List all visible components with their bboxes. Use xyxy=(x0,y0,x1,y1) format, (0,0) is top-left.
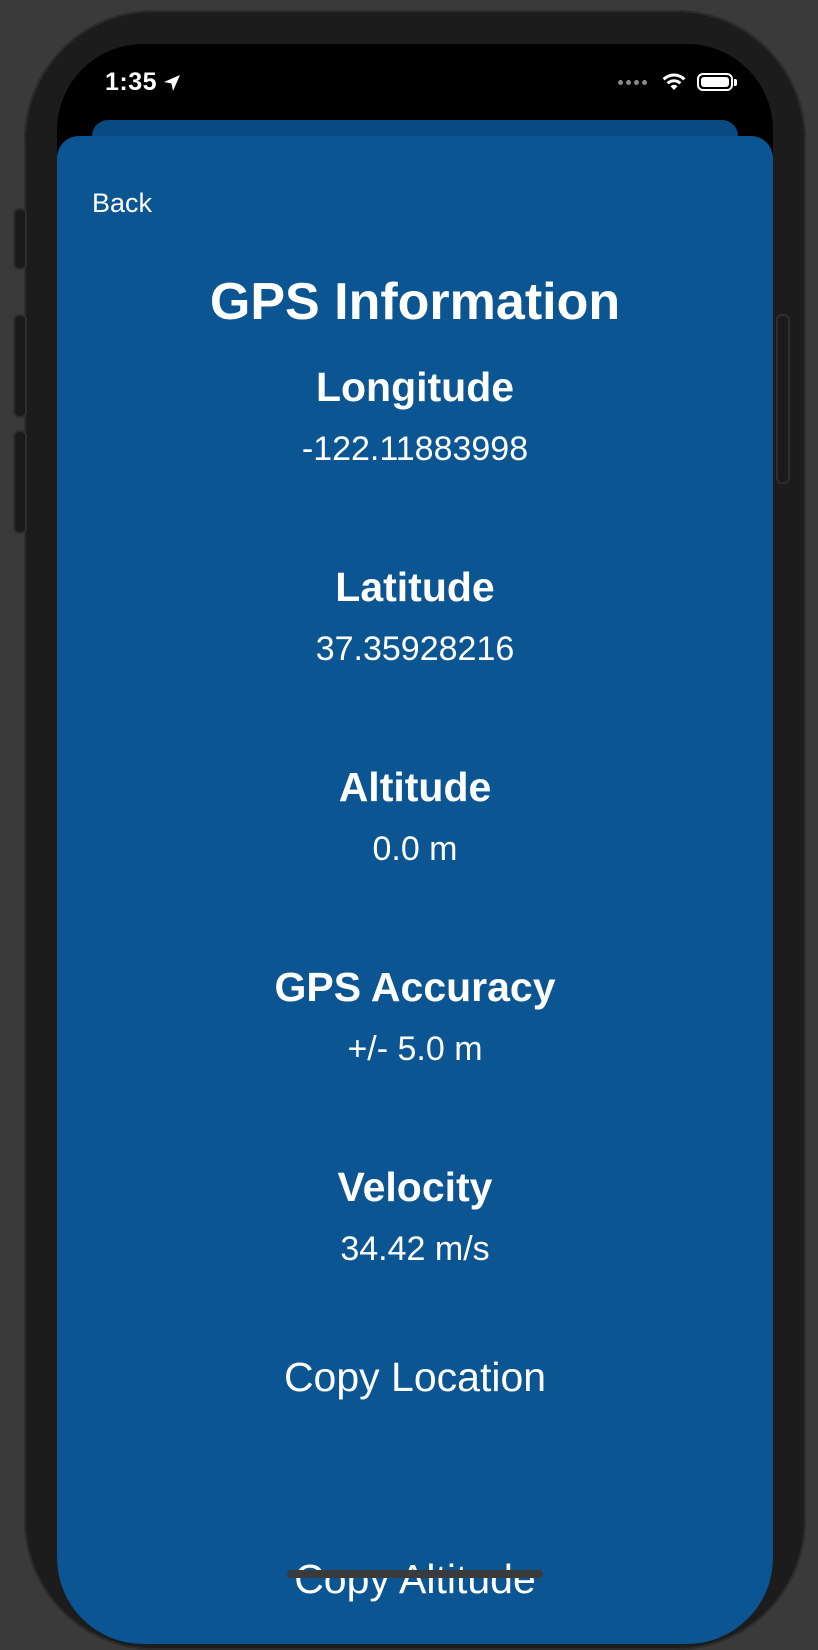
gps-info-sheet: Back GPS Information Longitude -122.1188… xyxy=(57,136,773,1644)
latitude-section: Latitude 37.35928216 xyxy=(57,562,773,670)
wifi-icon xyxy=(662,73,686,90)
latitude-label: Latitude xyxy=(335,564,495,610)
volume-down-button xyxy=(13,430,27,534)
cellular-signal-icon xyxy=(618,79,647,85)
gps-accuracy-section: GPS Accuracy +/- 5.0 m xyxy=(57,962,773,1070)
longitude-value: -122.11883998 xyxy=(301,430,529,468)
altitude-label: Altitude xyxy=(338,764,492,810)
back-button[interactable]: Back xyxy=(92,188,152,219)
latitude-value: 37.35928216 xyxy=(315,630,515,668)
power-button xyxy=(776,314,790,484)
status-bar-indicators xyxy=(618,72,737,92)
velocity-value: 34.42 m/s xyxy=(340,1230,490,1268)
phone-screen: 1:35 Back GPS Information Longitude -122… xyxy=(57,44,773,1644)
battery-icon xyxy=(697,73,737,91)
status-time-label: 1:35 xyxy=(105,68,158,96)
gps-accuracy-value: +/- 5.0 m xyxy=(347,1030,483,1068)
longitude-section: Longitude -122.11883998 xyxy=(57,362,773,470)
copy-location-button[interactable]: Copy Location xyxy=(57,1354,773,1401)
copy-altitude-button[interactable]: Copy Altitude xyxy=(57,1556,773,1603)
page-title: GPS Information xyxy=(209,273,621,331)
velocity-label: Velocity xyxy=(337,1164,493,1210)
volume-up-button xyxy=(13,314,27,418)
location-arrow-icon xyxy=(164,74,181,91)
altitude-value: 0.0 m xyxy=(372,830,458,868)
notch xyxy=(216,44,617,100)
longitude-label: Longitude xyxy=(315,364,515,410)
gps-accuracy-label: GPS Accuracy xyxy=(274,964,556,1010)
mute-switch xyxy=(13,208,27,270)
velocity-section: Velocity 34.42 m/s xyxy=(57,1162,773,1270)
status-bar-time: 1:35 xyxy=(105,68,181,97)
altitude-section: Altitude 0.0 m xyxy=(57,762,773,870)
home-indicator xyxy=(287,1570,543,1578)
